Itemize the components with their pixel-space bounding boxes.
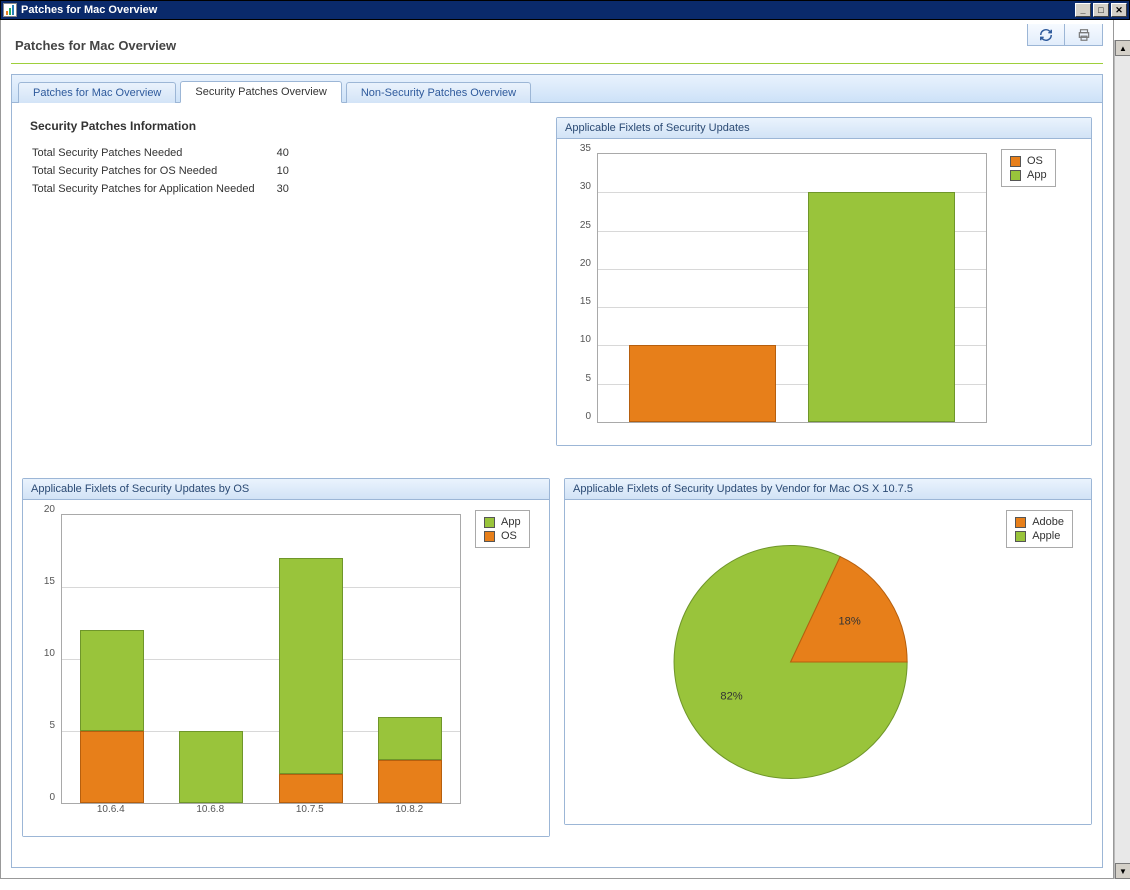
info-row: Total Security Patches Needed 40 [32,145,309,161]
pie-slice-label: 82% [720,690,742,702]
print-icon [1077,28,1091,42]
y-tick-label: 10 [33,648,55,659]
y-tick-label: 10 [567,334,591,345]
info-value: 10 [277,163,309,179]
legend-label: OS [1027,155,1043,167]
bar-app [179,731,243,803]
chart3-panel: Applicable Fixlets of Security Updates b… [564,478,1092,825]
info-table: Total Security Patches Needed 40 Total S… [30,143,311,199]
info-value: 40 [277,145,309,161]
chart2-legend: App OS [475,510,530,548]
chart3-pie: 82% 18% [575,510,1006,814]
refresh-button[interactable] [1027,24,1065,46]
tab-non-security-patches[interactable]: Non-Security Patches Overview [346,82,531,103]
window-titlebar: Patches for Mac Overview _ □ ✕ [0,0,1130,20]
vertical-scrollbar[interactable]: ▲ ▼ [1114,40,1130,879]
legend-label: App [501,516,521,528]
info-row: Total Security Patches for Application N… [32,181,309,197]
y-tick-label: 5 [567,373,591,384]
tabstrip: Patches for Mac Overview Security Patche… [12,75,1102,103]
content-area: Patches for Mac Overview Patches for Mac… [0,20,1114,879]
bar-app [378,717,442,760]
refresh-icon [1039,28,1053,42]
print-button[interactable] [1065,24,1103,46]
scroll-down-button[interactable]: ▼ [1115,863,1130,879]
chart2-title: Applicable Fixlets of Security Updates b… [23,479,549,500]
bar-app [80,630,144,731]
legend-swatch-os [484,531,495,542]
chart1-panel: Applicable Fixlets of Security Updates 0… [556,117,1092,446]
chart1-plot [597,153,987,423]
x-tick-label: 10.6.8 [170,804,250,815]
tab-security-patches[interactable]: Security Patches Overview [180,81,341,103]
legend-swatch-os [1010,156,1021,167]
legend-swatch-apple [1015,531,1026,542]
info-label: Total Security Patches Needed [32,145,275,161]
legend-swatch-app [1010,170,1021,181]
scroll-up-button[interactable]: ▲ [1115,40,1130,56]
chart1-legend: OS App [1001,149,1056,187]
legend-label: Adobe [1032,516,1064,528]
x-tick-label: 10.7.5 [270,804,350,815]
chart1-title: Applicable Fixlets of Security Updates [557,118,1091,139]
toolbar [1027,24,1103,46]
chart3-title: Applicable Fixlets of Security Updates b… [565,479,1091,500]
tab-container: Patches for Mac Overview Security Patche… [11,74,1103,868]
y-tick-label: 30 [567,181,591,192]
bar-os [80,731,144,803]
legend-label: App [1027,169,1047,181]
legend-swatch-adobe [1015,517,1026,528]
app-icon [3,3,17,17]
y-tick-label: 5 [33,720,55,731]
info-heading: Security Patches Information [30,119,542,133]
y-tick-label: 15 [567,296,591,307]
y-tick-label: 35 [567,143,591,154]
y-tick-label: 15 [33,576,55,587]
y-tick-label: 0 [33,792,55,803]
info-label: Total Security Patches for Application N… [32,181,275,197]
y-tick-label: 25 [567,220,591,231]
maximize-button[interactable]: □ [1093,3,1109,17]
info-label: Total Security Patches for OS Needed [32,163,275,179]
legend-label: Apple [1032,530,1060,542]
page-title: Patches for Mac Overview [11,26,176,59]
minimize-button[interactable]: _ [1075,3,1091,17]
info-row: Total Security Patches for OS Needed 10 [32,163,309,179]
pie-slice-label: 18% [838,616,860,628]
chart2-panel: Applicable Fixlets of Security Updates b… [22,478,550,837]
y-tick-label: 20 [33,504,55,515]
close-button[interactable]: ✕ [1111,3,1127,17]
chart2-plot [61,514,461,804]
bar-os [279,774,343,803]
bar-os [378,760,442,803]
y-tick-label: 20 [567,258,591,269]
legend-swatch-app [484,517,495,528]
x-tick-label: 10.6.4 [71,804,151,815]
tab-body: Security Patches Information Total Secur… [12,103,1102,867]
x-tick-label: 10.8.2 [369,804,449,815]
window-title: Patches for Mac Overview [21,4,157,16]
chart3-legend: Adobe Apple [1006,510,1073,548]
bar [629,345,776,422]
bar [808,192,955,422]
info-value: 30 [277,181,309,197]
bar-app [279,558,343,774]
header-separator [11,63,1103,64]
y-tick-label: 0 [567,411,591,422]
legend-label: OS [501,530,517,542]
tab-patches-overview[interactable]: Patches for Mac Overview [18,82,176,103]
